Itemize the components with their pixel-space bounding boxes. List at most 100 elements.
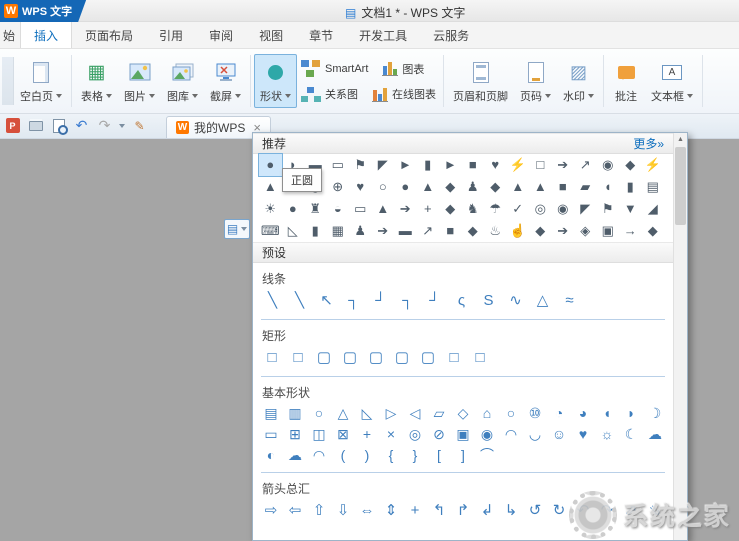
shape-icon[interactable]: ☀ (259, 198, 282, 220)
shape-icon[interactable]: ◆ (619, 154, 642, 176)
shape-icon[interactable]: ◕ (571, 403, 595, 424)
shape-icon[interactable]: ⚡ (507, 154, 530, 176)
shape-icon[interactable]: ς (448, 289, 475, 313)
shape-icon[interactable]: ▲ (529, 176, 552, 198)
shape-icon[interactable]: × (379, 424, 403, 445)
format-painter-button[interactable]: ✎ (131, 117, 148, 134)
shape-icon[interactable]: ◔ (547, 403, 571, 424)
shape-icon[interactable]: ◤ (372, 154, 395, 176)
shape-icon[interactable]: ♥ (571, 424, 595, 445)
shape-icon[interactable]: ◆ (529, 220, 552, 242)
insert-table-button[interactable]: ▦ 表格 (75, 54, 118, 108)
tab-dev-tools[interactable]: 开发工具 (346, 22, 420, 48)
shape-icon[interactable]: ▢ (311, 346, 337, 370)
shape-icon[interactable]: ▮ (619, 176, 642, 198)
shape-icon[interactable]: ◁ (403, 403, 427, 424)
tab-cloud-service[interactable]: 云服务 (420, 22, 482, 48)
shape-icon[interactable]: ⇔ (355, 499, 379, 523)
shape-icon[interactable]: ▭ (327, 154, 350, 176)
shape-icon[interactable]: ≈ (556, 289, 583, 313)
shape-icon[interactable]: ☾ (619, 424, 643, 445)
shape-icon[interactable]: ◖ (595, 403, 619, 424)
shape-icon[interactable]: ┘ (421, 289, 448, 313)
shape-icon[interactable]: ⊘ (427, 424, 451, 445)
shape-icon[interactable]: ⊠ (331, 424, 355, 445)
shape-icon[interactable]: ◆ (439, 198, 462, 220)
shape-icon[interactable]: ↰ (427, 499, 451, 523)
shape-icon[interactable]: ○ (372, 176, 395, 198)
shape-icon[interactable]: ↱ (451, 499, 475, 523)
shape-icon[interactable]: ▢ (363, 346, 389, 370)
shape-icon[interactable]: ◠ (499, 424, 523, 445)
shape-icon[interactable]: ] (451, 445, 475, 466)
shape-icon[interactable]: ◺ (282, 220, 305, 242)
shape-icon[interactable]: ↗ (574, 154, 597, 176)
shape-icon[interactable]: ▮ (304, 220, 327, 242)
shape-icon[interactable]: □ (259, 346, 285, 370)
shape-icon[interactable]: ◆ (462, 220, 485, 242)
shape-icon[interactable]: ◉ (552, 198, 575, 220)
shape-icon[interactable]: ▰ (574, 176, 597, 198)
shape-icon[interactable]: + (403, 499, 427, 523)
shape-icon[interactable]: □ (441, 346, 467, 370)
shape-icon[interactable]: ▣ (597, 220, 620, 242)
shape-icon[interactable]: ▢ (337, 346, 363, 370)
shape-icon[interactable]: ⊞ (283, 424, 307, 445)
tab-page-layout[interactable]: 页面布局 (72, 22, 146, 48)
shape-icon[interactable]: ▭ (349, 198, 372, 220)
shape-icon[interactable]: ◎ (529, 198, 552, 220)
shape-icon[interactable]: ▲ (372, 198, 395, 220)
tab-view[interactable]: 视图 (246, 22, 296, 48)
shape-icon[interactable]: □ (467, 346, 493, 370)
shape-icon[interactable]: ⇩ (331, 499, 355, 523)
insert-online-chart-button[interactable]: 在线图表 (368, 85, 440, 103)
insert-screenshot-button[interactable]: 截屏 (204, 54, 247, 108)
shape-icon[interactable]: ◫ (307, 424, 331, 445)
shape-icon[interactable]: ⚡ (642, 154, 665, 176)
shape-icon[interactable]: ☁ (643, 424, 667, 445)
insert-smartart-button[interactable]: SmartArt (297, 59, 372, 78)
insert-shapes-button[interactable]: 形状 (254, 54, 297, 108)
shape-icon[interactable]: ♥ (484, 154, 507, 176)
shape-icon[interactable]: ● (282, 198, 305, 220)
shape-icon[interactable]: } (403, 445, 427, 466)
shape-icon[interactable]: { (379, 445, 403, 466)
shape-icon[interactable]: ○ (307, 403, 331, 424)
shape-icon[interactable]: + (417, 198, 440, 220)
shape-icon[interactable]: ◒ (327, 198, 350, 220)
shape-icon[interactable]: ▼ (619, 198, 642, 220)
shape-icon[interactable]: ⑩ (523, 403, 547, 424)
scroll-up-button[interactable]: ▲ (674, 133, 687, 146)
shape-icon[interactable]: ➔ (552, 220, 575, 242)
shape-icon[interactable]: ◢ (642, 198, 665, 220)
shape-icon[interactable]: ↖ (313, 289, 340, 313)
insert-chart-button[interactable]: 图表 (378, 59, 428, 78)
comment-button[interactable]: 批注 (607, 54, 645, 108)
shape-icon[interactable]: ♨ (484, 220, 507, 242)
export-pdf-button[interactable]: P (4, 117, 21, 134)
wps-logo[interactable]: W WPS 文字 (0, 0, 86, 22)
shape-icon[interactable]: ✓ (507, 198, 530, 220)
shape-icon[interactable]: ■ (439, 220, 462, 242)
shape-icon[interactable]: ⇨ (259, 499, 283, 523)
shape-icon[interactable]: ☼ (595, 424, 619, 445)
shape-icon[interactable]: □ (529, 154, 552, 176)
shape-icon[interactable]: ⇦ (283, 499, 307, 523)
tab-home[interactable]: 始 (0, 22, 20, 48)
shape-icon[interactable]: ► (439, 154, 462, 176)
shape-icon[interactable]: ▢ (389, 346, 415, 370)
scroll-thumb[interactable] (675, 147, 686, 225)
shape-icon[interactable]: ◆ (439, 176, 462, 198)
shape-icon[interactable]: ◺ (355, 403, 379, 424)
shape-icon[interactable]: ♥ (349, 176, 372, 198)
shape-icon[interactable]: ▲ (507, 176, 530, 198)
shape-icon[interactable]: ▦ (327, 220, 350, 242)
shape-icon[interactable]: ▭ (259, 424, 283, 445)
shape-icon[interactable]: ▲ (259, 176, 282, 198)
print-button[interactable] (27, 117, 44, 134)
shape-icon[interactable]: ⇕ (379, 499, 403, 523)
shape-icon[interactable]: ○ (499, 403, 523, 424)
shape-icon[interactable]: ◖ (597, 176, 620, 198)
insert-gallery-button[interactable]: 图库 (161, 54, 204, 108)
shape-icon[interactable]: ⚑ (597, 198, 620, 220)
